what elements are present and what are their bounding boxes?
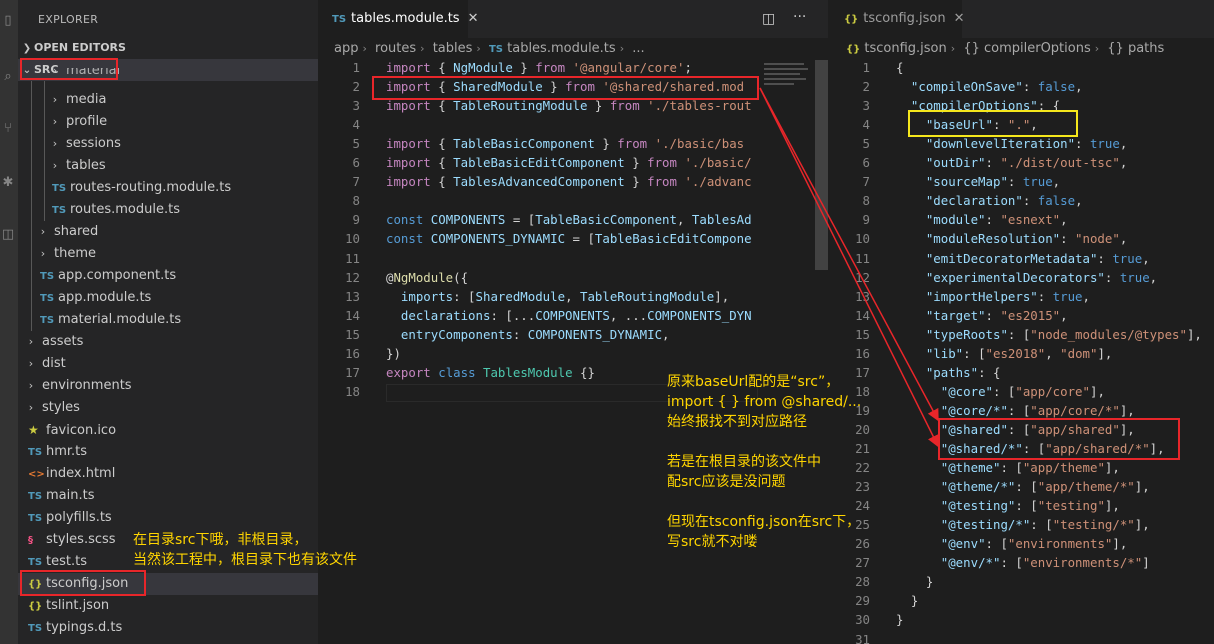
arrow-line [759,87,939,422]
annotation-line [667,492,861,512]
annotation-line: 若是在根目录的该文件中 [667,454,821,470]
annotation-line: 但现在tsconfig.json在src下， [667,514,861,530]
annotation-line: import { } from @shared/... [667,394,862,410]
annotation-line: 在目录src下哦，非根目录， [133,532,308,548]
annotation-baseurl-note: 原来baseUrl配的是“src”， import { } from @shar… [667,372,861,552]
annotation-line: 当然该工程中，根目录下也有该文件 [133,552,357,568]
annotation-line: 配src应该是没问题 [667,474,786,490]
annotation-src-note: 在目录src下哦，非根目录， 当然该工程中，根目录下也有该文件 [133,530,357,570]
annotation-line: 始终报找不到对应路径 [667,414,807,430]
annotation-line: 写src就不对喽 [667,534,758,550]
annotation-line [667,432,861,452]
annotation-line: 原来baseUrl配的是“src”， [667,374,840,390]
